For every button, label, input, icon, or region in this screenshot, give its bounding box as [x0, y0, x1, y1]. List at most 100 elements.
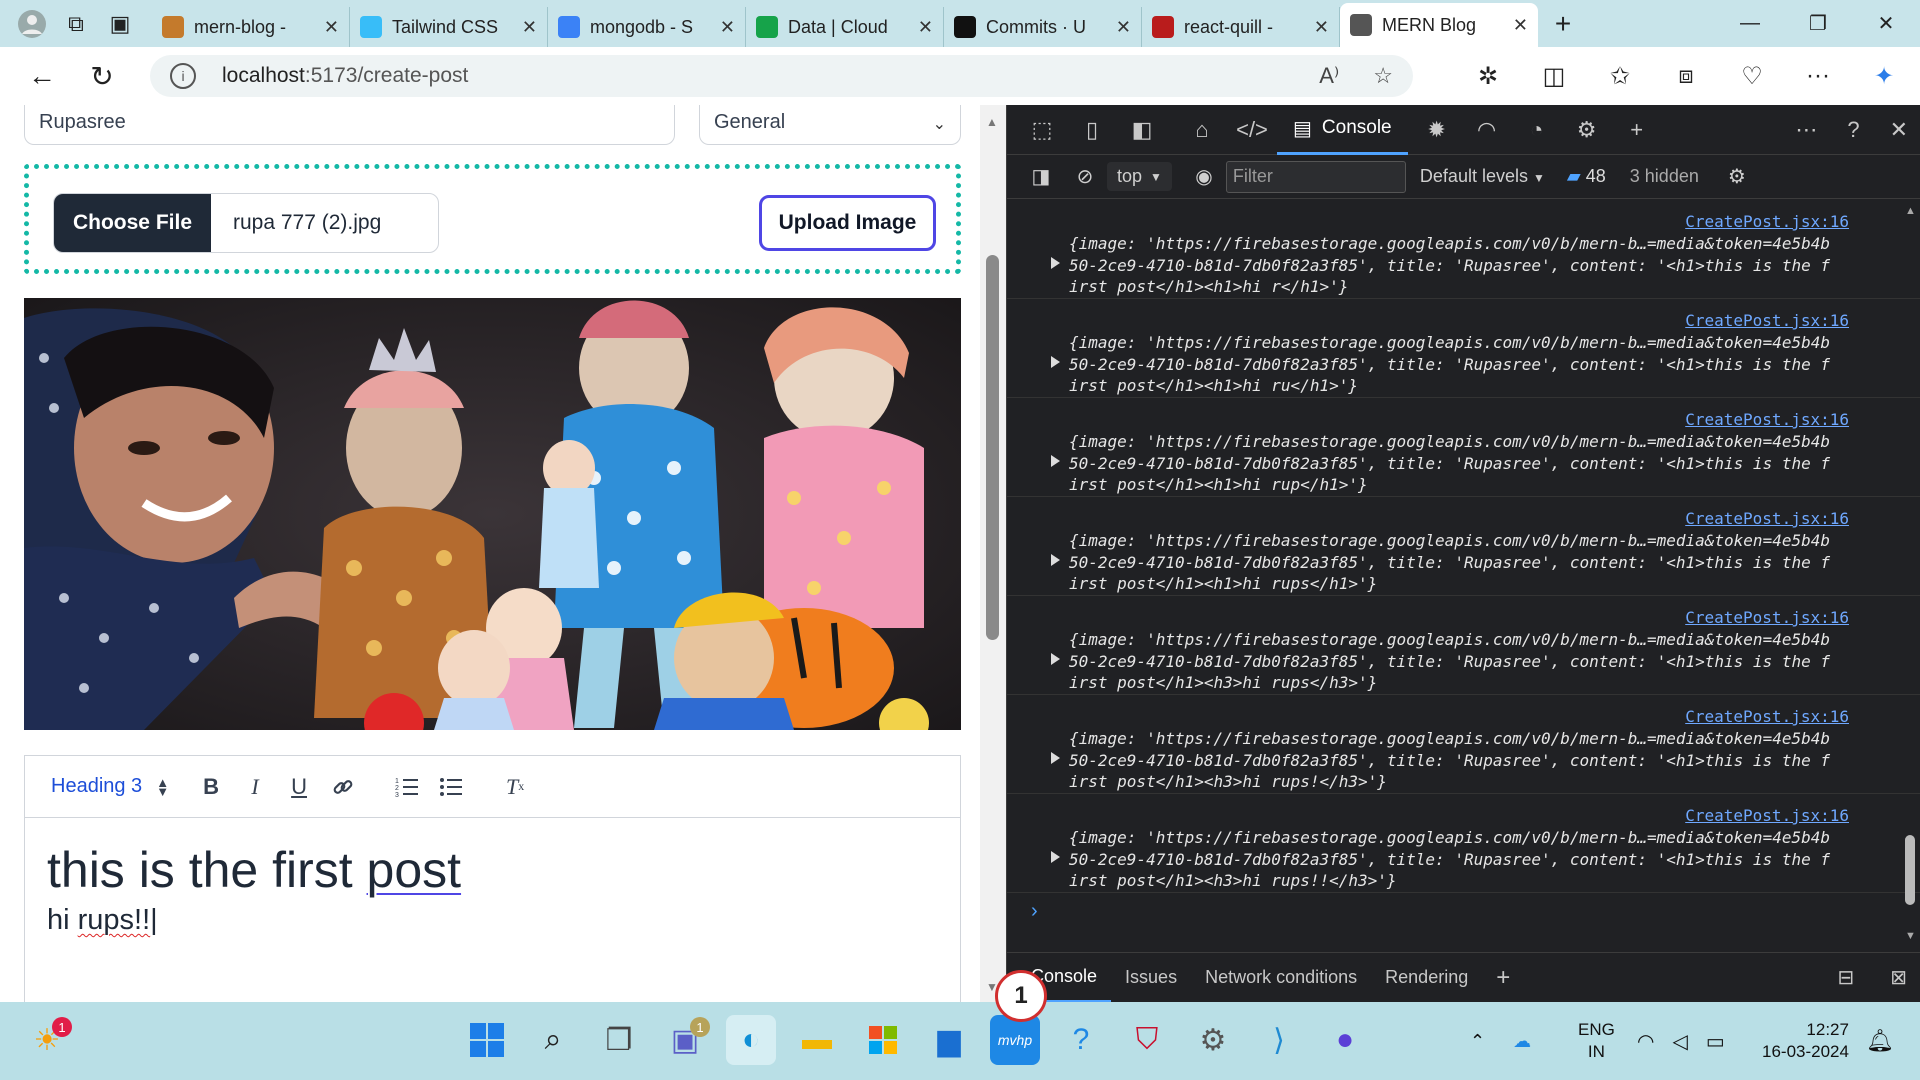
header-format-select[interactable]: Heading 3 ▲ ▼ — [51, 775, 169, 798]
close-tab-icon[interactable]: ✕ — [1314, 17, 1329, 38]
sources-bug-icon[interactable]: ✹ — [1412, 117, 1462, 143]
read-aloud-icon[interactable]: A⁾ — [1319, 63, 1339, 89]
favorites-icon[interactable]: ✩ — [1587, 62, 1653, 91]
mvhp-app-icon[interactable]: mvhp — [990, 1015, 1040, 1065]
close-tab-icon[interactable]: ✕ — [1116, 17, 1131, 38]
settings-app-icon[interactable]: ⚙ — [1188, 1015, 1238, 1065]
italic-icon[interactable]: I — [243, 774, 267, 800]
console-prompt-icon[interactable]: › — [1031, 900, 1038, 923]
browser-essentials-icon[interactable]: ♡ — [1719, 62, 1785, 91]
expand-triangle-icon[interactable] — [1051, 257, 1060, 269]
browser-tab[interactable]: MERN Blog ✕ — [1340, 3, 1538, 47]
extensions-icon[interactable]: ✲ — [1455, 62, 1521, 91]
log-source-link[interactable]: CreatePost.jsx:16 — [1685, 311, 1849, 330]
console-log-entry[interactable]: CreatePost.jsx:16 {image: 'https://fireba… — [1007, 398, 1920, 497]
expand-triangle-icon[interactable] — [1051, 554, 1060, 566]
performance-icon[interactable]: ◔ — [1512, 117, 1562, 143]
teams-chat-icon[interactable]: ▣ 1 — [660, 1015, 710, 1065]
tab-console[interactable]: ▤ Console — [1277, 105, 1408, 155]
start-windows-icon[interactable] — [462, 1015, 512, 1065]
editor-content[interactable]: this is the first post hi rups!!| — [25, 818, 960, 959]
split-screen-icon[interactable]: ◫ — [1521, 62, 1587, 91]
collections-icon[interactable]: ⧈ — [1653, 62, 1719, 90]
elements-icon[interactable]: </> — [1227, 117, 1277, 143]
settings-gear-icon[interactable]: ⚙ — [1562, 117, 1612, 143]
tab-actions-icon[interactable]: ▣ — [98, 2, 142, 46]
close-tab-icon[interactable]: ✕ — [918, 17, 933, 38]
scroll-up-arrow[interactable]: ▲ — [986, 115, 998, 129]
live-expression-eye-icon[interactable]: ◉ — [1182, 164, 1226, 189]
title-input[interactable]: Rupasree — [24, 105, 675, 145]
app-blue-icon[interactable]: ▆ — [924, 1015, 974, 1065]
page-scrollbar[interactable]: ▲ ▼ — [980, 105, 1006, 1002]
file-input[interactable]: Choose File rupa 777 (2).jpg — [53, 193, 439, 253]
dock-side-icon[interactable]: ◧ — [1117, 117, 1167, 143]
clear-console-icon[interactable]: ⊘ — [1063, 164, 1107, 189]
task-view-icon[interactable]: ❐ — [594, 1015, 644, 1065]
console-log-entry[interactable]: CreatePost.jsx:16 {image: 'https://fireba… — [1007, 695, 1920, 794]
language-bottom[interactable]: IN — [1588, 1041, 1605, 1063]
console-scrollbar[interactable]: ▲ ▼ — [1900, 200, 1920, 952]
drawer-tab[interactable]: Issues — [1111, 953, 1191, 1003]
welcome-home-icon[interactable]: ⌂ — [1177, 117, 1227, 143]
restore-button[interactable]: ❐ — [1784, 0, 1852, 47]
address-bar[interactable]: i localhost:5173/create-post A⁾ ☆ — [150, 55, 1413, 97]
message-count[interactable]: ▰ 48 — [1567, 166, 1606, 187]
page-scrollbar-thumb[interactable] — [986, 255, 999, 640]
profile-avatar-icon[interactable] — [10, 2, 54, 46]
devtools-more-icon[interactable]: ⋯ — [1795, 117, 1817, 143]
drawer-tab[interactable]: Network conditions — [1191, 953, 1371, 1003]
orb-app-icon[interactable]: ● — [1320, 1015, 1370, 1065]
add-drawer-tab-icon[interactable]: + — [1482, 953, 1524, 1003]
link-icon[interactable] — [331, 776, 355, 798]
weather-icon[interactable]: ☀ 1 — [22, 1015, 72, 1065]
mcafee-icon[interactable]: ⛉ — [1122, 1015, 1172, 1065]
console-log-entry[interactable]: CreatePost.jsx:16 {image: 'https://fireba… — [1007, 794, 1920, 893]
show-hidden-icons-icon[interactable]: ⌃ — [1470, 1031, 1485, 1052]
network-wifi-icon[interactable]: ◠ — [1462, 117, 1512, 143]
close-window-button[interactable]: ✕ — [1852, 0, 1920, 47]
log-source-link[interactable]: CreatePost.jsx:16 — [1685, 212, 1849, 231]
console-scrollbar-thumb[interactable] — [1905, 835, 1915, 905]
console-log-entry[interactable]: CreatePost.jsx:16 {image: 'https://fireba… — [1007, 200, 1920, 299]
bold-icon[interactable]: B — [199, 774, 223, 800]
close-tab-icon[interactable]: ✕ — [1513, 15, 1528, 36]
more-tools-plus-icon[interactable]: + — [1612, 117, 1662, 143]
browser-tab[interactable]: mongodb - S ✕ — [548, 7, 746, 47]
language-top[interactable]: ENG — [1578, 1019, 1615, 1041]
category-select[interactable]: General ⌄ — [699, 105, 961, 145]
scroll-up-arrow[interactable]: ▲ — [1905, 205, 1916, 217]
log-levels-select[interactable]: Default levels ▼ — [1420, 166, 1545, 187]
upload-image-button[interactable]: Upload Image — [759, 195, 936, 251]
choose-file-button[interactable]: Choose File — [54, 194, 211, 252]
help-icon[interactable]: ? — [1847, 117, 1859, 143]
clock-date[interactable]: 16-03-2024 — [1762, 1041, 1849, 1063]
log-source-link[interactable]: CreatePost.jsx:16 — [1685, 410, 1849, 429]
console-log-entry[interactable]: CreatePost.jsx:16 {image: 'https://fireba… — [1007, 497, 1920, 596]
device-emulation-icon[interactable]: ▯ — [1067, 117, 1117, 143]
console-settings-gear-icon[interactable]: ⚙ — [1715, 164, 1759, 189]
log-source-link[interactable]: CreatePost.jsx:16 — [1685, 608, 1849, 627]
browser-tab[interactable]: Tailwind CSS ✕ — [350, 7, 548, 47]
browser-tab[interactable]: Data | Cloud ✕ — [746, 7, 944, 47]
help-app-icon[interactable]: ? — [1056, 1015, 1106, 1065]
close-devtools-icon[interactable]: ✕ — [1890, 117, 1908, 143]
dock-drawer-icon[interactable]: ⊟ — [1837, 965, 1854, 990]
wifi-icon[interactable]: ◠ — [1637, 1029, 1654, 1054]
expand-triangle-icon[interactable] — [1051, 356, 1060, 368]
expand-triangle-icon[interactable] — [1051, 653, 1060, 665]
battery-icon[interactable]: ▭ — [1706, 1029, 1725, 1054]
log-source-link[interactable]: CreatePost.jsx:16 — [1685, 707, 1849, 726]
bullet-list-icon[interactable] — [439, 776, 463, 798]
inspect-element-icon[interactable]: ⬚ — [1017, 117, 1067, 143]
context-select[interactable]: top ▼ — [1107, 162, 1172, 191]
refresh-button[interactable]: ↻ — [72, 50, 132, 102]
sidebar-toggle-icon[interactable]: ◨ — [1019, 164, 1063, 189]
console-filter-input[interactable]: Filter — [1225, 160, 1406, 193]
browser-tab[interactable]: Commits · U ✕ — [944, 7, 1142, 47]
new-tab-button[interactable]: + — [1538, 8, 1588, 40]
close-tab-icon[interactable]: ✕ — [522, 17, 537, 38]
favorite-star-icon[interactable]: ☆ — [1373, 63, 1393, 89]
close-drawer-icon[interactable]: ⊠ — [1890, 965, 1907, 990]
clear-format-icon[interactable]: Tx — [503, 774, 527, 800]
